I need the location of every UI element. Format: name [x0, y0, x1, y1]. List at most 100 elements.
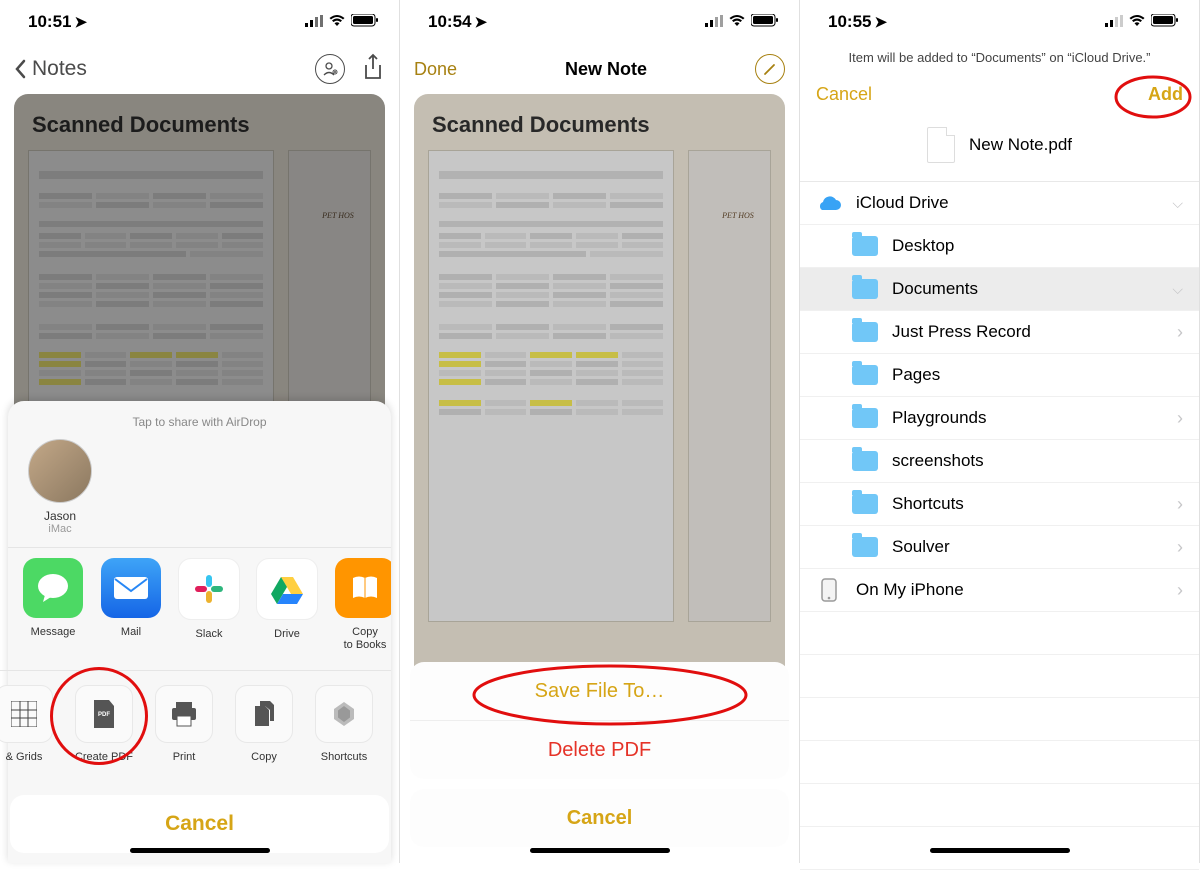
- add-button[interactable]: Add: [1148, 84, 1183, 105]
- app-label: Slack: [196, 628, 223, 641]
- action-label: & Grids: [6, 751, 43, 763]
- collaborate-icon[interactable]: [315, 54, 345, 84]
- back-label: Notes: [32, 57, 87, 81]
- done-button[interactable]: Done: [414, 59, 457, 80]
- folder-playgrounds[interactable]: Playgrounds ›: [800, 397, 1199, 440]
- folder-pages[interactable]: Pages: [800, 354, 1199, 397]
- cancel-button[interactable]: Cancel: [410, 789, 789, 847]
- action-shortcuts[interactable]: Shortcuts: [304, 685, 384, 763]
- save-file-to-button[interactable]: Save File To…: [410, 662, 789, 721]
- wifi-icon: [728, 12, 746, 32]
- slack-icon: [178, 558, 240, 620]
- share-icon[interactable]: [361, 53, 385, 86]
- status-time: 10:51: [28, 12, 71, 31]
- mail-icon: [101, 558, 161, 618]
- folder-list: iCloud Drive ⌵ Desktop Documents ⌵ Just …: [800, 181, 1199, 870]
- folder-icon: [852, 365, 878, 385]
- scanned-page-2: PET HOS: [688, 150, 771, 622]
- folder-icon: [852, 322, 878, 342]
- chevron-right-icon: ›: [1177, 322, 1183, 343]
- wifi-icon: [1128, 12, 1146, 32]
- cancel-button[interactable]: Cancel: [816, 84, 872, 105]
- folder-desktop[interactable]: Desktop: [800, 225, 1199, 268]
- folder-just-press-record[interactable]: Just Press Record ›: [800, 311, 1199, 354]
- action-create-pdf[interactable]: PDF Create PDF: [64, 685, 144, 763]
- location-label: screenshots: [892, 451, 984, 471]
- scanned-pages[interactable]: PET HOS: [428, 150, 771, 622]
- pdf-icon: PDF: [75, 685, 133, 743]
- location-label: Desktop: [892, 236, 954, 256]
- shortcuts-icon: [315, 685, 373, 743]
- folder-icon: [852, 279, 878, 299]
- panel-2-action-sheet: 10:54➤ Done New Note Scanned Documents: [400, 0, 800, 863]
- books-icon: [335, 558, 391, 618]
- share-app-message[interactable]: Message: [14, 558, 92, 652]
- app-label: Mail: [121, 626, 141, 639]
- action-sheet: Save File To… Delete PDF Cancel: [410, 662, 789, 863]
- chevron-right-icon: ›: [1177, 537, 1183, 558]
- action-label: Print: [173, 751, 196, 763]
- location-arrow-icon: ➤: [74, 14, 87, 31]
- grid-icon: [0, 685, 53, 743]
- airdrop-hint: Tap to share with AirDrop: [8, 415, 391, 429]
- status-bar: 10:54➤: [400, 0, 799, 44]
- nav-bar: Notes: [0, 44, 399, 94]
- battery-icon: [751, 12, 779, 32]
- signal-icon: [705, 12, 723, 32]
- home-indicator: [930, 848, 1070, 853]
- airdrop-device: iMac: [48, 523, 71, 535]
- location-label: Just Press Record: [892, 322, 1031, 342]
- location-icloud-drive[interactable]: iCloud Drive ⌵: [800, 182, 1199, 225]
- folder-documents[interactable]: Documents ⌵: [800, 268, 1199, 311]
- folder-screenshots[interactable]: screenshots: [800, 440, 1199, 483]
- folder-icon: [852, 537, 878, 557]
- nav-bar: Done New Note: [400, 44, 799, 94]
- chevron-right-icon: ›: [1177, 494, 1183, 515]
- action-label: Copy: [251, 751, 277, 763]
- signal-icon: [305, 12, 323, 32]
- scanned-page-1: [428, 150, 674, 622]
- status-bar: 10:51➤: [0, 0, 399, 44]
- action-save[interactable]: Save: [384, 685, 391, 763]
- pet-hospital-logo: PET HOS: [714, 211, 762, 220]
- share-app-drive[interactable]: Drive: [248, 558, 326, 652]
- location-arrow-icon: ➤: [474, 14, 487, 31]
- delete-pdf-button[interactable]: Delete PDF: [410, 721, 789, 779]
- airdrop-avatar: [28, 439, 92, 503]
- folder-shortcuts[interactable]: Shortcuts ›: [800, 483, 1199, 526]
- back-button[interactable]: Notes: [14, 57, 87, 81]
- folder-soulver[interactable]: Soulver ›: [800, 526, 1199, 569]
- location-on-my-iphone[interactable]: On My iPhone ›: [800, 569, 1199, 612]
- action-label: Create PDF: [75, 751, 133, 763]
- location-label: Pages: [892, 365, 940, 385]
- markup-icon[interactable]: [755, 54, 785, 84]
- share-apps-row[interactable]: Message Mail Slack Drive Copy to Books: [8, 547, 391, 670]
- cancel-group: Cancel: [410, 789, 789, 847]
- status-icons: [305, 12, 379, 32]
- location-label: On My iPhone: [856, 580, 964, 600]
- chevron-right-icon: ›: [1177, 408, 1183, 429]
- share-app-books[interactable]: Copy to Books: [326, 558, 391, 652]
- home-indicator: [130, 848, 270, 853]
- location-label: Soulver: [892, 537, 950, 557]
- nav-bar: Cancel Add: [800, 75, 1199, 113]
- file-name: New Note.pdf: [969, 135, 1072, 155]
- location-label: Shortcuts: [892, 494, 964, 514]
- action-print[interactable]: Print: [144, 685, 224, 763]
- airdrop-target[interactable]: Jason iMac: [20, 439, 100, 535]
- action-copy[interactable]: Copy: [224, 685, 304, 763]
- share-app-slack[interactable]: Slack: [170, 558, 248, 652]
- info-line: Item will be added to “Documents” on “iC…: [800, 44, 1199, 75]
- file-icon: [927, 127, 955, 163]
- svg-text:PDF: PDF: [98, 712, 110, 718]
- share-actions-row[interactable]: & Grids PDF Create PDF Print Copy Shortc…: [0, 670, 391, 783]
- status-icons: [1105, 12, 1179, 32]
- home-indicator: [530, 848, 670, 853]
- cancel-button[interactable]: Cancel: [10, 795, 389, 853]
- status-icons: [705, 12, 779, 32]
- wifi-icon: [328, 12, 346, 32]
- action-grids[interactable]: & Grids: [0, 685, 64, 763]
- battery-icon: [351, 12, 379, 32]
- drive-icon: [256, 558, 318, 620]
- share-app-mail[interactable]: Mail: [92, 558, 170, 652]
